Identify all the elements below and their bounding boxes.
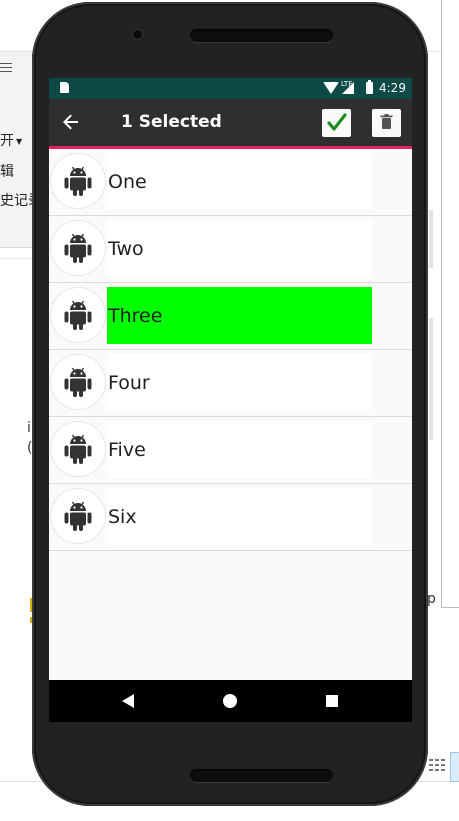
android-robot-icon (64, 434, 92, 464)
list-item[interactable]: One (49, 149, 412, 216)
background-text-fragment: i (27, 420, 31, 436)
background-view-toggle[interactable] (450, 752, 459, 782)
app-bar: 1 Selected (49, 99, 412, 149)
item-label-box[interactable]: One (107, 153, 372, 210)
background-menu-edit[interactable]: 辑 (0, 161, 14, 181)
android-robot-icon (64, 367, 92, 397)
item-label-box-selected[interactable]: Three (107, 287, 372, 344)
top-speaker (190, 29, 333, 42)
item-label: Five (108, 439, 146, 461)
background-right-panel (441, 0, 459, 608)
avatar (51, 221, 105, 275)
network-type-label: LTE (341, 80, 353, 88)
android-robot-icon (64, 300, 92, 330)
item-label: Three (108, 305, 163, 327)
item-label-box[interactable]: Five (107, 421, 372, 478)
selection-count-title: 1 Selected (121, 112, 222, 132)
background-menu-open[interactable]: 开 ▼ (0, 130, 22, 150)
hamburger-icon[interactable] (0, 61, 14, 75)
item-label: Six (108, 506, 137, 528)
item-label: Four (108, 372, 150, 394)
wifi-icon (323, 82, 339, 94)
item-label: Two (108, 238, 144, 260)
android-robot-icon (64, 233, 92, 263)
arrow-back-icon (63, 114, 78, 130)
navigation-bar (49, 680, 412, 722)
front-camera (133, 30, 142, 39)
item-label-box[interactable]: Four (107, 354, 372, 411)
list-item[interactable]: Four (49, 350, 412, 417)
nav-recents-icon[interactable] (326, 695, 338, 707)
nav-home-icon[interactable] (223, 694, 237, 708)
item-label: One (108, 171, 147, 193)
delete-button[interactable] (372, 109, 401, 137)
android-robot-icon (64, 501, 92, 531)
list-item[interactable]: Five (49, 417, 412, 484)
nav-back-icon[interactable] (122, 694, 134, 708)
avatar (51, 489, 105, 543)
item-label-box[interactable]: Six (107, 488, 372, 545)
background-text-fragment: p (427, 591, 436, 607)
list-item-selected[interactable]: Three (49, 283, 412, 350)
grid-view-icon[interactable] (429, 759, 447, 773)
background-side-tab (429, 210, 433, 268)
avatar (51, 422, 105, 476)
status-bar: LTE 4:29 (49, 78, 412, 99)
avatar (51, 154, 105, 208)
checkmark-icon (327, 113, 347, 131)
sim-card-icon (60, 82, 69, 93)
status-time: 4:29 (379, 81, 406, 95)
avatar (51, 288, 105, 342)
android-robot-icon (64, 166, 92, 196)
item-label-box[interactable]: Two (107, 220, 372, 277)
background-side-tab (429, 318, 433, 440)
item-list: One Two Three Four Five Six (49, 149, 412, 551)
back-button[interactable] (57, 107, 87, 137)
bottom-speaker (190, 769, 333, 782)
phone-screen: LTE 4:29 1 Selected One Two Three Four F… (49, 78, 412, 722)
confirm-button[interactable] (322, 109, 351, 137)
battery-icon (366, 80, 373, 94)
trash-icon (380, 114, 393, 129)
list-item[interactable]: Two (49, 216, 412, 283)
caret-down-icon: ▼ (16, 136, 23, 146)
list-item[interactable]: Six (49, 484, 412, 551)
avatar (51, 355, 105, 409)
